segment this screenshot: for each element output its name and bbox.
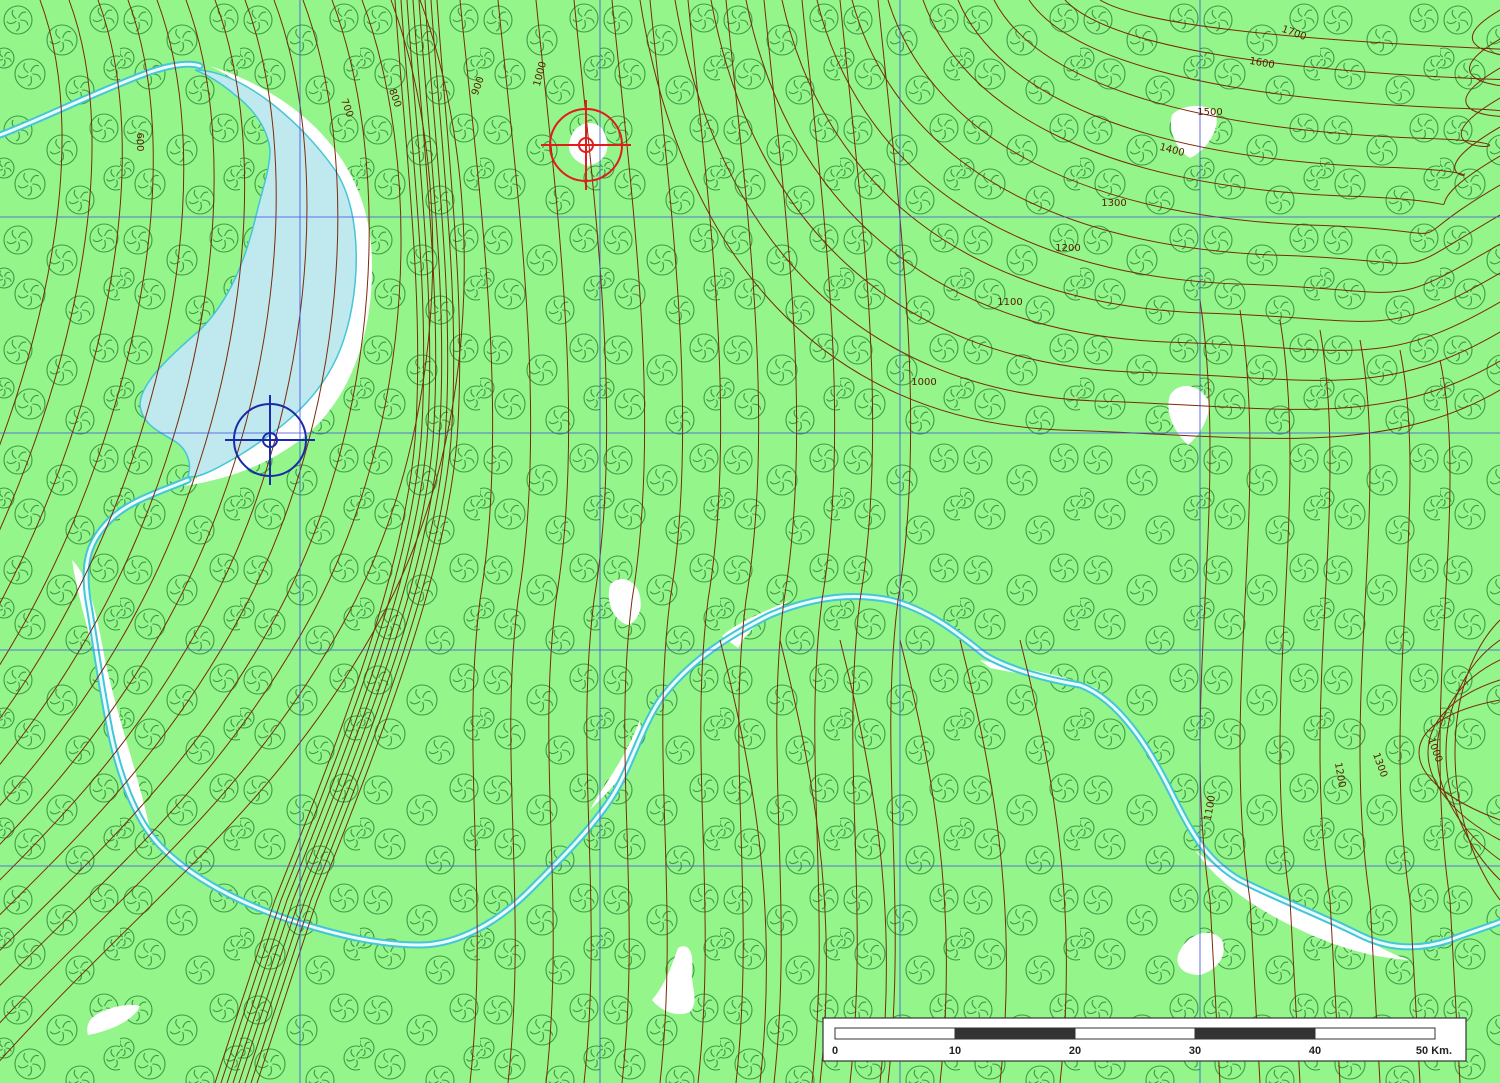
- scale-label: 30: [1189, 1045, 1201, 1057]
- scale-label: 50 Km.: [1416, 1045, 1452, 1057]
- contour-elevation-text: 1300: [1101, 198, 1126, 209]
- scale-segment: [954, 1027, 1076, 1040]
- scale-label: 20: [1069, 1045, 1081, 1057]
- contour-label: 1500: [1197, 107, 1222, 118]
- scale-label: 40: [1309, 1045, 1321, 1057]
- contour-elevation-text: 1200: [1055, 243, 1080, 254]
- scale-segment: [1314, 1027, 1436, 1040]
- contour-elevation-text: 1100: [997, 297, 1022, 308]
- scale-label: 10: [949, 1045, 961, 1057]
- contour-label: 600: [134, 132, 145, 151]
- scale-segment: [1194, 1027, 1316, 1040]
- scale-bar: 0 10 20 30 40 50 Km.: [822, 1017, 1467, 1062]
- contour-elevation-text: 1000: [911, 377, 936, 388]
- contour-elevation-text: 600: [134, 132, 145, 151]
- scale-segment: [834, 1027, 956, 1040]
- contour-label: 1000: [911, 377, 936, 388]
- contour-label: 1300: [1101, 198, 1126, 209]
- tree-symbols: [0, 0, 1500, 1083]
- contour-label: 1100: [997, 297, 1022, 308]
- scale-segments: [834, 1027, 1436, 1040]
- contour-label: 1200: [1055, 243, 1080, 254]
- scale-segment: [1074, 1027, 1196, 1040]
- scale-label: 0: [832, 1045, 838, 1057]
- topographic-map[interactable]: 600700 800900 1000170016001500140013001200…: [0, 0, 1500, 1083]
- contour-elevation-text: 1500: [1197, 107, 1222, 118]
